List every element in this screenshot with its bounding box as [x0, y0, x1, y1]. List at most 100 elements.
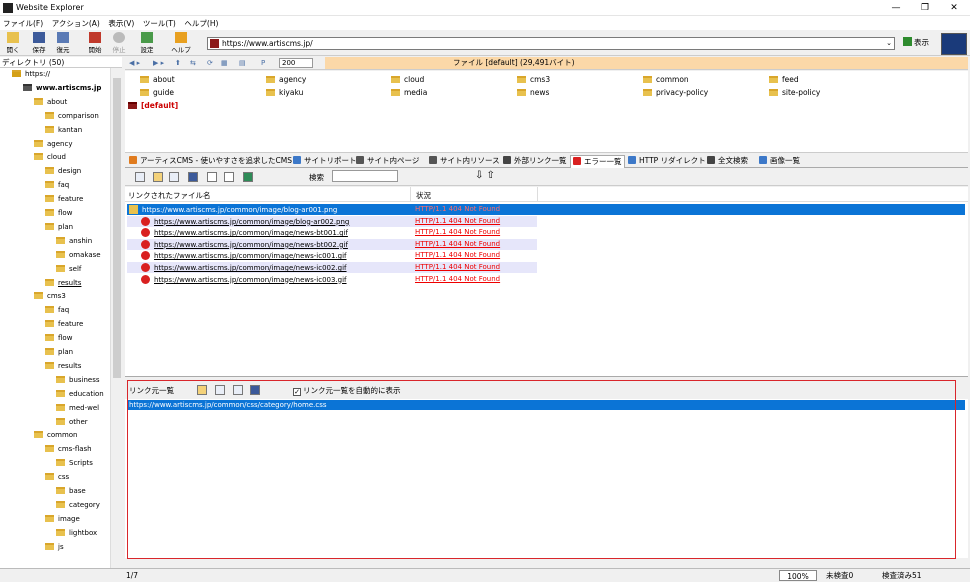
minimize-button[interactable]: — — [882, 1, 910, 15]
column-header-file[interactable]: リンクされたファイル名 — [128, 190, 211, 201]
tree-item[interactable]: self — [56, 264, 81, 278]
tree-item[interactable]: feature — [45, 195, 83, 208]
history-icon[interactable]: ⇆ — [190, 59, 196, 67]
table-row[interactable]: https://www.artiscms.jp/common/image/new… — [127, 227, 537, 238]
folder-item[interactable]: news — [517, 88, 549, 97]
view-icon[interactable]: ▦ — [221, 59, 228, 67]
menu-action[interactable]: アクション(A) — [49, 16, 103, 31]
tree-item[interactable]: about — [34, 97, 67, 111]
url-input[interactable]: https://www.artiscms.jp/ ⌄ — [207, 37, 895, 50]
copy-icon[interactable] — [169, 172, 179, 182]
restore-button[interactable]: 復元 — [52, 32, 74, 54]
up-icon[interactable]: ⬆ — [175, 59, 181, 67]
tree-item[interactable]: https:// — [12, 70, 50, 83]
tree-scrollbar[interactable] — [110, 68, 122, 568]
table-row[interactable]: https://www.artiscms.jp/common/image/blo… — [127, 215, 537, 227]
row-file[interactable]: https://www.artiscms.jp/common/image/new… — [154, 264, 347, 272]
tree-item[interactable]: results — [45, 361, 81, 375]
tree-item[interactable]: other — [56, 417, 88, 431]
go-button[interactable]: 表示 — [903, 37, 929, 48]
tree-item[interactable]: cms-flash — [45, 445, 92, 458]
tree-item[interactable]: business — [56, 375, 100, 389]
row-file[interactable]: https://www.artiscms.jp/common/image/new… — [154, 276, 347, 284]
tab-item[interactable]: アーティスCMS - 使いやすさを追求したCMS — [127, 155, 294, 168]
tree-item[interactable]: faq — [45, 306, 69, 319]
menu-view[interactable]: 表示(V) — [105, 16, 137, 31]
directory-tree[interactable]: https:// www.artiscms.jp about comparison ka… — [0, 68, 122, 568]
folder-item[interactable]: agency — [266, 75, 306, 84]
tree-item[interactable]: www.artiscms.jp — [23, 83, 101, 97]
search-down-up-icon[interactable]: ⇩ ⇧ — [475, 170, 495, 181]
tree-item[interactable]: plan — [45, 222, 73, 236]
table-row[interactable]: https://www.artiscms.jp/common/image/new… — [127, 250, 537, 261]
folder-item[interactable]: media — [391, 88, 427, 97]
scrollbar-thumb[interactable] — [113, 78, 121, 378]
page-icon[interactable] — [224, 172, 234, 182]
save-button[interactable]: 保存 — [28, 32, 50, 54]
tree-item[interactable]: omakase — [56, 250, 101, 264]
tree-item[interactable]: common — [34, 431, 78, 444]
table-row[interactable]: https://www.artiscms.jp/common/image/blo… — [127, 204, 965, 215]
open-button[interactable]: 開く — [2, 32, 24, 54]
tree-item[interactable]: results — [45, 278, 81, 292]
back-icon[interactable]: ◀ ▸ — [129, 59, 140, 67]
folder-item[interactable]: cloud — [391, 75, 424, 84]
tab-item[interactable]: サイトリポート — [291, 155, 359, 168]
tree-item[interactable]: med-wel — [56, 403, 99, 417]
tree-item[interactable]: kantan — [45, 125, 82, 139]
tab-item[interactable]: 画像一覧 — [757, 155, 802, 168]
document-icon[interactable] — [207, 172, 217, 182]
folder-item[interactable]: common — [643, 75, 689, 84]
tree-item[interactable]: image — [45, 514, 80, 528]
table-row[interactable]: https://www.artiscms.jp/common/image/new… — [127, 238, 537, 250]
tree-item[interactable]: plan — [45, 348, 73, 361]
tree-item[interactable]: cms3 — [34, 292, 66, 305]
find-icon[interactable] — [135, 172, 145, 182]
tree-item[interactable]: anshin — [56, 236, 92, 250]
tree-item[interactable]: cloud — [34, 153, 66, 166]
tab-item[interactable]: 全文検索 — [705, 155, 750, 168]
tree-item[interactable]: agency — [34, 139, 72, 153]
open-icon[interactable] — [153, 172, 163, 182]
folder-item[interactable]: feed — [769, 75, 799, 84]
tree-item[interactable]: faq — [45, 181, 69, 194]
row-file[interactable]: https://www.artiscms.jp/common/image/new… — [154, 229, 348, 237]
close-button[interactable]: ✕ — [940, 1, 968, 15]
folder-item[interactable]: site-policy — [769, 88, 820, 97]
row-file[interactable]: https://www.artiscms.jp/common/image/blo… — [154, 218, 349, 226]
tab-item[interactable]: HTTP リダイレクト — [626, 155, 708, 168]
chevron-down-icon[interactable]: ⌄ — [886, 38, 892, 49]
table-row[interactable]: https://www.artiscms.jp/common/image/new… — [127, 274, 537, 285]
row-file[interactable]: https://www.artiscms.jp/common/image/blo… — [142, 206, 337, 214]
folder-item[interactable]: guide — [140, 88, 174, 97]
settings-button[interactable]: 設定 — [136, 32, 158, 54]
tree-item[interactable]: base — [56, 487, 86, 500]
excel-icon[interactable] — [243, 172, 253, 182]
row-file[interactable]: https://www.artiscms.jp/common/image/new… — [154, 252, 347, 260]
tab-item[interactable]: 外部リンク一覧 — [501, 155, 569, 168]
folder-item[interactable]: cms3 — [517, 75, 550, 84]
zoom-select[interactable]: 200 — [279, 58, 313, 68]
folder-item[interactable]: kiyaku — [266, 88, 303, 97]
tree-item[interactable]: feature — [45, 320, 83, 333]
folder-item[interactable]: about — [140, 75, 175, 84]
start-button[interactable]: 開始 — [84, 32, 106, 54]
tab-item[interactable]: エラー一覧 — [570, 155, 625, 168]
tree-item[interactable]: flow — [45, 209, 72, 222]
tree-item[interactable]: design — [45, 167, 81, 180]
tree-item[interactable]: Scripts — [56, 459, 93, 472]
tree-item[interactable]: lightbox — [56, 528, 97, 542]
tree-item[interactable]: comparison — [45, 111, 99, 125]
help-button[interactable]: ヘルプ — [168, 32, 194, 54]
tree-item[interactable]: education — [56, 389, 104, 403]
table-row[interactable]: https://www.artiscms.jp/common/image/new… — [127, 262, 537, 273]
tree-item[interactable]: js — [45, 542, 64, 556]
stop-button[interactable]: 停止 — [108, 32, 130, 54]
view-options-icon[interactable]: ▤ — [239, 59, 246, 67]
menu-file[interactable]: ファイル(F) — [0, 16, 46, 31]
grid-icon[interactable] — [188, 172, 198, 182]
page-icon[interactable]: P — [261, 59, 265, 67]
menu-help[interactable]: ヘルプ(H) — [181, 16, 221, 31]
forward-icon[interactable]: ▶ ▸ — [153, 59, 164, 67]
reload-icon[interactable]: ⟳ — [207, 59, 213, 67]
